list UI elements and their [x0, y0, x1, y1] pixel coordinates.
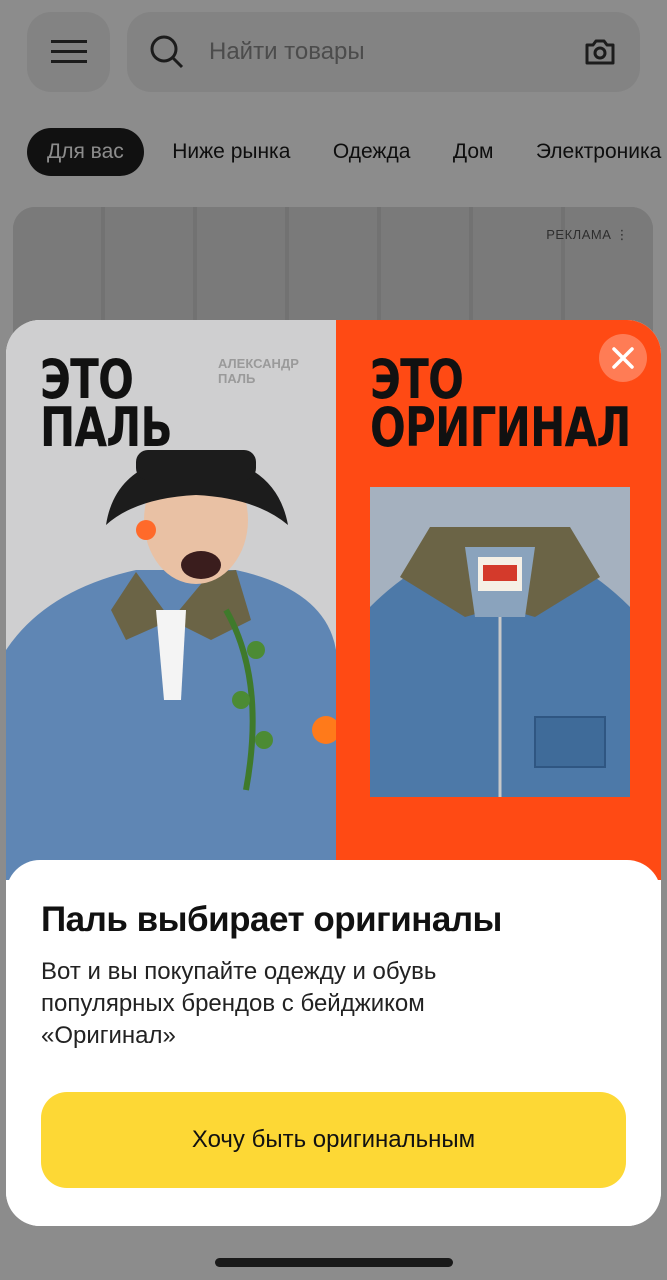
promo-image-right: ЭТО ОРИГИНАЛ [336, 320, 661, 880]
close-icon [612, 347, 634, 369]
promo-popup: ЭТО ПАЛЬ АЛЕКСАНДР ПАЛЬ ЭТО ОРИГИНАЛ Пал… [6, 320, 661, 1226]
popup-title: Паль выбирает оригиналы [41, 900, 502, 939]
promo-image-left: ЭТО ПАЛЬ АЛЕКСАНДР ПАЛЬ [6, 320, 336, 880]
man-photo [6, 450, 336, 880]
popup-description: Вот и вы покупайте одежду и обувь популя… [41, 958, 437, 1049]
popup-content: Паль выбирает оригиналы Вот и вы покупай… [6, 860, 661, 1226]
cta-button[interactable]: Хочу быть оригинальным [41, 1092, 626, 1188]
right-heading: ЭТО ОРИГИНАЛ [370, 348, 631, 459]
home-indicator[interactable] [215, 1258, 453, 1267]
jacket-photo [370, 487, 630, 797]
close-button[interactable] [599, 334, 647, 382]
